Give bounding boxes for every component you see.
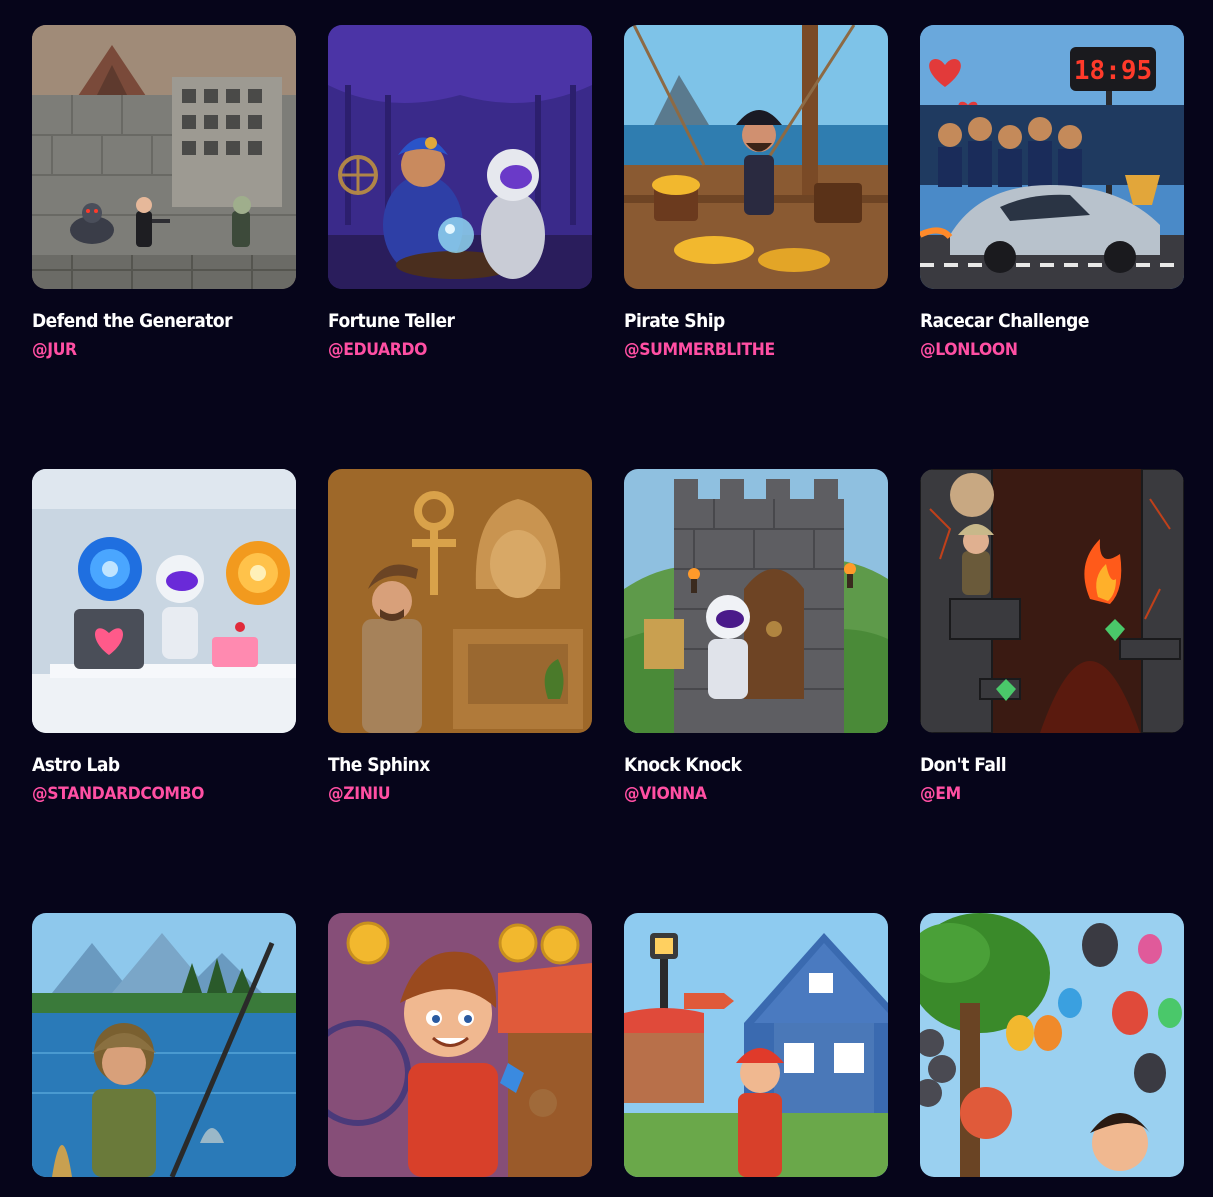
- crystal-ball-scene-icon: [328, 25, 592, 289]
- soldier-zombie-scene-icon: [32, 25, 296, 289]
- game-title[interactable]: Don't Fall: [920, 753, 1158, 777]
- game-thumbnail[interactable]: [624, 25, 888, 289]
- balloons-scene-icon: [920, 913, 1184, 1177]
- carnival-coins-scene-icon: [328, 913, 592, 1177]
- game-title[interactable]: Knock Knock: [624, 753, 862, 777]
- game-thumbnail[interactable]: [328, 913, 592, 1177]
- game-thumbnail[interactable]: [32, 913, 296, 1177]
- svg-text:18:95: 18:95: [1074, 56, 1152, 86]
- game-thumbnail[interactable]: [920, 913, 1184, 1177]
- game-thumbnail[interactable]: [328, 25, 592, 289]
- game-author[interactable]: @JUR: [32, 339, 275, 361]
- game-card[interactable]: [624, 913, 888, 1197]
- sphinx-scene-icon: [328, 469, 592, 733]
- game-author[interactable]: @EDUARDO: [328, 339, 571, 361]
- pirate-treasure-scene-icon: [624, 25, 888, 289]
- game-card[interactable]: Pirate Ship @SUMMERBLITHE: [624, 25, 888, 361]
- racecar-scene-icon: 18:95: [920, 25, 1184, 289]
- game-card[interactable]: The Sphinx @ZINIU: [328, 469, 592, 805]
- game-author[interactable]: @EM: [920, 783, 1163, 805]
- game-thumbnail[interactable]: 18:95: [920, 25, 1184, 289]
- game-card[interactable]: Fortune Teller @EDUARDO: [328, 25, 592, 361]
- castle-door-scene-icon: [624, 469, 888, 733]
- game-thumbnail[interactable]: [624, 469, 888, 733]
- game-thumbnail[interactable]: [328, 469, 592, 733]
- game-card[interactable]: Defend the Generator @JUR: [32, 25, 296, 361]
- town-house-scene-icon: [624, 913, 888, 1177]
- game-title[interactable]: Pirate Ship: [624, 309, 862, 333]
- game-title[interactable]: Fortune Teller: [328, 309, 566, 333]
- game-author[interactable]: @ZINIU: [328, 783, 571, 805]
- game-thumbnail[interactable]: [32, 469, 296, 733]
- game-thumbnail[interactable]: [624, 913, 888, 1177]
- game-author[interactable]: @STANDARDCOMBO: [32, 783, 275, 805]
- game-card[interactable]: Don't Fall @EM: [920, 469, 1184, 805]
- portal-lab-scene-icon: [32, 469, 296, 733]
- game-title[interactable]: The Sphinx: [328, 753, 566, 777]
- game-title[interactable]: Astro Lab: [32, 753, 270, 777]
- lava-cave-scene-icon: [920, 469, 1184, 733]
- game-card[interactable]: [328, 913, 592, 1197]
- game-card[interactable]: Knock Knock @VIONNA: [624, 469, 888, 805]
- games-grid: Defend the Generator @JUR Fortune Teller…: [32, 25, 1184, 1197]
- game-thumbnail[interactable]: [920, 469, 1184, 733]
- game-title[interactable]: Defend the Generator: [32, 309, 270, 333]
- game-thumbnail[interactable]: [32, 25, 296, 289]
- game-author[interactable]: @LONLOON: [920, 339, 1163, 361]
- game-card[interactable]: [920, 913, 1184, 1197]
- game-card[interactable]: Astro Lab @STANDARDCOMBO: [32, 469, 296, 805]
- game-author[interactable]: @VIONNA: [624, 783, 867, 805]
- game-card[interactable]: 18:95 Racecar Challenge @LONLOON: [920, 25, 1184, 361]
- game-title[interactable]: Racecar Challenge: [920, 309, 1158, 333]
- game-author[interactable]: @SUMMERBLITHE: [624, 339, 867, 361]
- fishing-lake-scene-icon: [32, 913, 296, 1177]
- game-card[interactable]: [32, 913, 296, 1197]
